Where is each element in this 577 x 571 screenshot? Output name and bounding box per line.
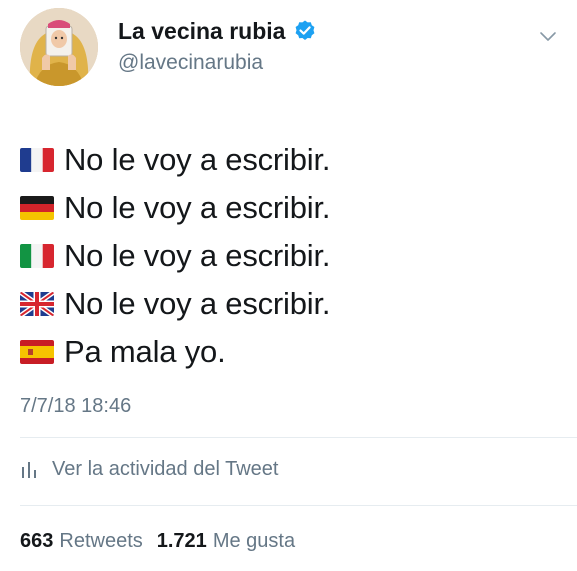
display-name[interactable]: La vecina rubia [118,16,285,46]
tweet-line-text: No le voy a escribir. [64,238,331,273]
tweet-line: No le voy a escribir. [20,280,560,328]
tweet-header: La vecina rubia @lavecinarubia [20,8,560,88]
likes-label: Me gusta [212,530,296,552]
tweet-line-text: No le voy a escribir. [64,142,331,177]
tweet-text: No le voy a escribir. No le voy a escrib… [20,136,560,376]
author-block: La vecina rubia @lavecinarubia [118,16,317,78]
tweet-stats: 663 Retweets 1.721 Me gusta [20,527,309,555]
tweet-line-text: No le voy a escribir. [64,286,331,321]
tweet-card: La vecina rubia @lavecinarubia No le voy… [0,0,577,571]
bar-chart-icon [20,459,38,479]
author-handle[interactable]: @lavecinarubia [118,48,317,78]
likes-stat[interactable]: 1.721 Me gusta [157,527,309,555]
france-flag-icon [20,148,54,172]
uk-flag-icon [20,292,54,316]
verified-badge-icon [293,19,317,43]
tweet-timestamp[interactable]: 7/7/18 18:46 [20,392,131,420]
divider [20,437,577,438]
activity-label: Ver la actividad del Tweet [52,457,279,480]
italy-flag-icon [20,244,54,268]
divider [20,505,577,506]
chevron-down-icon[interactable] [536,24,560,48]
tweet-activity-link[interactable]: Ver la actividad del Tweet [20,454,278,484]
tweet-line-text: Pa mala yo. [64,334,226,369]
avatar[interactable] [20,8,98,86]
tweet-line-text: No le voy a escribir. [64,190,331,225]
tweet-line: No le voy a escribir. [20,184,560,232]
retweets-count: 663 [20,530,54,552]
name-row: La vecina rubia [118,16,317,46]
tweet-line: No le voy a escribir. [20,232,560,280]
germany-flag-icon [20,196,54,220]
tweet-line: Pa mala yo. [20,328,560,376]
tweet-line: No le voy a escribir. [20,136,560,184]
spain-flag-icon [20,340,54,364]
retweets-label: Retweets [59,530,143,552]
retweets-stat[interactable]: 663 Retweets [20,527,157,555]
likes-count: 1.721 [156,530,207,552]
